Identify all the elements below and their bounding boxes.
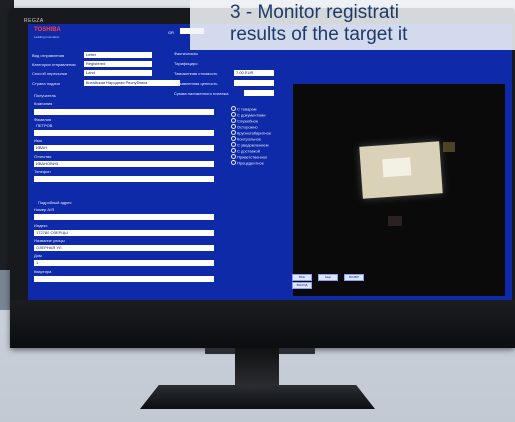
country-field[interactable]: Китайская Народная Республика bbox=[84, 80, 180, 86]
option-radio[interactable]: Осторожно bbox=[231, 124, 258, 130]
customs-value-label: Таможенная стоимость bbox=[174, 71, 218, 76]
option-radio[interactable]: Приветственное bbox=[231, 154, 267, 160]
gr-label: GR bbox=[168, 30, 174, 35]
option-radio[interactable]: Служебное bbox=[231, 118, 258, 124]
option-radio[interactable]: Контрольное bbox=[231, 136, 261, 142]
option-radio[interactable]: С документами bbox=[231, 112, 266, 118]
caption-line-2: results of the target it bbox=[230, 24, 408, 45]
parcel-image bbox=[359, 141, 443, 199]
patronymic-label: Отчество bbox=[34, 154, 52, 159]
monitor-stand bbox=[140, 385, 375, 409]
patronymic-field[interactable]: ИВАНОВИЧ bbox=[34, 161, 214, 167]
po-box-label: Номер А/Я bbox=[34, 207, 55, 212]
app-logo-subtitle: Leading Innovation bbox=[34, 35, 60, 39]
adjacent-monitor-stand bbox=[0, 270, 10, 310]
method-field[interactable]: Land bbox=[84, 70, 152, 76]
company-label: Компания bbox=[34, 101, 53, 106]
street-label: Название улицы bbox=[34, 238, 65, 243]
surname-field-underline bbox=[34, 130, 214, 136]
country-label: Страна подачи bbox=[32, 81, 60, 86]
monitor-chin bbox=[10, 300, 515, 348]
camera-feed bbox=[293, 84, 505, 296]
caption-overlay: 3 - Monitor registrati results of the ta… bbox=[190, 0, 515, 50]
exit-button[interactable]: ВЫХОД bbox=[292, 282, 312, 289]
category-field[interactable]: Registered bbox=[84, 61, 152, 67]
cod-field[interactable] bbox=[244, 90, 274, 96]
house-label: Дом bbox=[34, 253, 42, 258]
ship-type-field[interactable]: Letter bbox=[84, 52, 152, 58]
surname-field[interactable]: ПЕТРОВ bbox=[34, 123, 214, 129]
option-radio[interactable]: С доставкой bbox=[231, 148, 260, 154]
po-box-field[interactable] bbox=[34, 214, 214, 220]
actual-label: Фактическая bbox=[174, 51, 198, 56]
phone-label: Телефон bbox=[34, 169, 51, 174]
house-field[interactable]: 1 bbox=[34, 260, 214, 266]
cod-label: Сумма наложенного платежа bbox=[174, 91, 229, 96]
label-reflection bbox=[443, 142, 455, 152]
option-radio[interactable]: С товарам bbox=[231, 106, 257, 112]
operator-hand bbox=[388, 216, 402, 226]
option-radio[interactable]: С уведомлением bbox=[231, 142, 269, 148]
return-button[interactable]: ВОЗВР bbox=[344, 274, 364, 281]
caption-line-1: 3 - Monitor registrati bbox=[230, 2, 399, 23]
customs-value-field[interactable]: 7.00 EUR bbox=[234, 70, 274, 76]
street-field[interactable]: ОЗЕРНАЯ УЛ bbox=[34, 245, 214, 251]
app-logo: TOSHIBA bbox=[34, 27, 61, 33]
monitor-screen: TOSHIBA Leading Innovation GR Вид отправ… bbox=[28, 24, 512, 306]
monitor-frame: REGZA TOSHIBA Leading Innovation GR Вид … bbox=[10, 8, 515, 348]
index-field[interactable]: 172780 ОЗЕРЦЫ bbox=[34, 230, 214, 236]
declared-value-label: Объявленная ценность bbox=[174, 81, 218, 86]
name-label: Имя bbox=[34, 138, 42, 143]
company-field[interactable] bbox=[34, 109, 214, 115]
option-radio[interactable]: Прецедентное bbox=[231, 160, 264, 166]
apartment-label: Квартира bbox=[34, 269, 52, 274]
app-header: TOSHIBA Leading Innovation bbox=[28, 24, 178, 48]
ship-type-label: Вид отправления bbox=[32, 53, 65, 58]
declared-value-field[interactable] bbox=[234, 80, 274, 86]
monitor-neck bbox=[235, 348, 279, 386]
phone-field[interactable] bbox=[34, 176, 214, 182]
index-label: Индекс bbox=[34, 223, 48, 228]
close-button[interactable]: Закр bbox=[318, 274, 338, 281]
surname-label: Фамилия bbox=[34, 117, 51, 122]
recipient-section: Получатель bbox=[34, 93, 56, 98]
all-button[interactable]: ВСЕ bbox=[292, 274, 312, 281]
option-radio[interactable]: Крупногабаритное bbox=[231, 130, 271, 136]
method-label: Способ пересылки bbox=[32, 71, 67, 76]
apartment-field[interactable] bbox=[34, 276, 214, 282]
address-section: Подробный адрес bbox=[38, 200, 72, 205]
name-field[interactable]: ИВАН bbox=[34, 145, 214, 151]
category-label: Категория отправления bbox=[32, 62, 76, 67]
payer-label: Тарифициро bbox=[174, 61, 198, 66]
